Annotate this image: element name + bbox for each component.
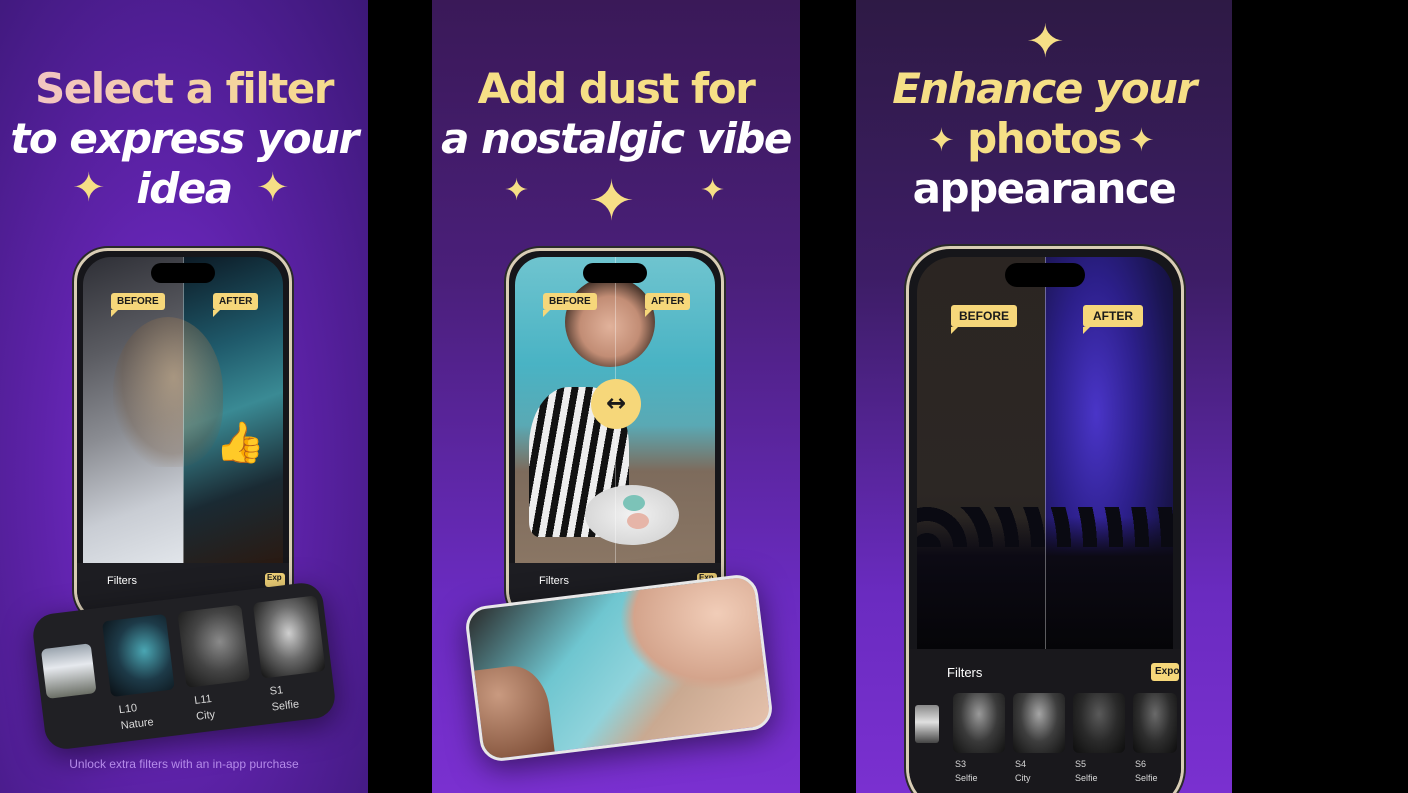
headline: Add dust for a nostalgic vibe: [432, 64, 800, 164]
headline: Select a filter to express your idea: [0, 64, 368, 214]
filter-code: S3: [955, 759, 967, 769]
filter-name: City: [1015, 773, 1031, 783]
filters-label: Filters: [107, 575, 137, 587]
headline: Enhance your photos appearance: [856, 64, 1232, 214]
headline-line-2: photos: [967, 114, 1122, 163]
filter-thumb-selfie[interactable]: [252, 595, 326, 679]
filter-name: Selfie: [1135, 773, 1158, 783]
before-tag: BEFORE: [111, 293, 165, 317]
dynamic-island: [151, 263, 215, 283]
before-tag: BEFORE: [951, 305, 1018, 334]
sparkle-icon: ✦: [256, 165, 290, 211]
headline-line-3: idea: [136, 164, 233, 213]
filter-code: S4: [1015, 759, 1027, 769]
promo-panel-enhance: ✦ Enhance your photos appearance ✦ ✦ BEF…: [856, 0, 1232, 793]
headline-line-1: Add dust for: [477, 64, 756, 113]
filter-code: S5: [1075, 759, 1087, 769]
dynamic-island: [583, 263, 647, 283]
sparkle-icon: ✦: [588, 169, 635, 234]
filter-code: L11: [193, 692, 213, 707]
headline-line-2: a nostalgic vibe: [441, 114, 792, 163]
before-tag: BEFORE: [543, 293, 597, 317]
filter-code: L10: [118, 702, 138, 717]
filter-thumb-nature[interactable]: [101, 613, 175, 698]
filter-thumb[interactable]: [1133, 693, 1177, 753]
filter-name: Selfie: [270, 698, 300, 714]
export-button[interactable]: Expo: [1151, 663, 1179, 681]
sparkle-icon: ✦: [504, 173, 530, 208]
filter-thumb[interactable]: [915, 705, 939, 743]
filter-name: Selfie: [1075, 773, 1098, 783]
sparkle-icon: ✦: [928, 121, 955, 159]
sparkle-icon: ✦: [72, 165, 106, 211]
filter-thumb[interactable]: [953, 693, 1005, 753]
filter-thumb[interactable]: [1073, 693, 1125, 753]
dynamic-island: [1005, 263, 1085, 287]
headline-line-1: Enhance your: [892, 64, 1197, 113]
filter-name: Selfie: [955, 773, 978, 783]
headline-line-3: appearance: [912, 164, 1177, 213]
phone-mockup: BEFORE AFTER 👍 Filters Exp: [74, 248, 292, 624]
iap-caption: Unlock extra filters with an in-app purc…: [69, 757, 299, 771]
filter-thumb[interactable]: [1013, 693, 1065, 753]
filter-thumb-city[interactable]: [177, 604, 251, 688]
sparkle-icon: ✦: [700, 173, 726, 208]
thumbs-up-icon: 👍: [215, 420, 265, 466]
phone-mockup: BEFORE AFTER ↔ Filters Exp: [506, 248, 724, 624]
promo-panel-add-dust: Add dust for a nostalgic vibe ✦ ✦ ✦ BEFO…: [432, 0, 800, 793]
phone-mockup: BEFORE AFTER Filters Expo S3 Selfie S4 C…: [906, 246, 1184, 793]
filter-thumb[interactable]: [40, 643, 97, 699]
filter-name: City: [195, 708, 216, 723]
filters-label: Filters: [947, 665, 983, 680]
compare-slider-handle[interactable]: ↔: [591, 379, 641, 429]
headline-line-1: Select a filter: [0, 64, 368, 114]
after-tag: AFTER: [1083, 305, 1143, 334]
sparkle-icon: ✦: [1128, 121, 1155, 159]
sparkle-icon: ✦: [1026, 14, 1065, 68]
filters-bar: Filters Expo S3 Selfie S4 City S5 Selfie…: [909, 649, 1181, 793]
filter-code: S6: [1135, 759, 1147, 769]
promo-panel-select-filter: Select a filter to express your idea ✦ ✦…: [0, 0, 368, 793]
filter-name: Nature: [120, 716, 155, 733]
after-tag: AFTER: [645, 293, 691, 317]
filters-label: Filters: [539, 575, 569, 587]
arrows-horizontal-icon: ↔: [605, 389, 627, 417]
after-tag: AFTER: [213, 293, 259, 317]
headline-line-2: to express your: [10, 114, 359, 163]
filter-code: S1: [269, 684, 284, 698]
